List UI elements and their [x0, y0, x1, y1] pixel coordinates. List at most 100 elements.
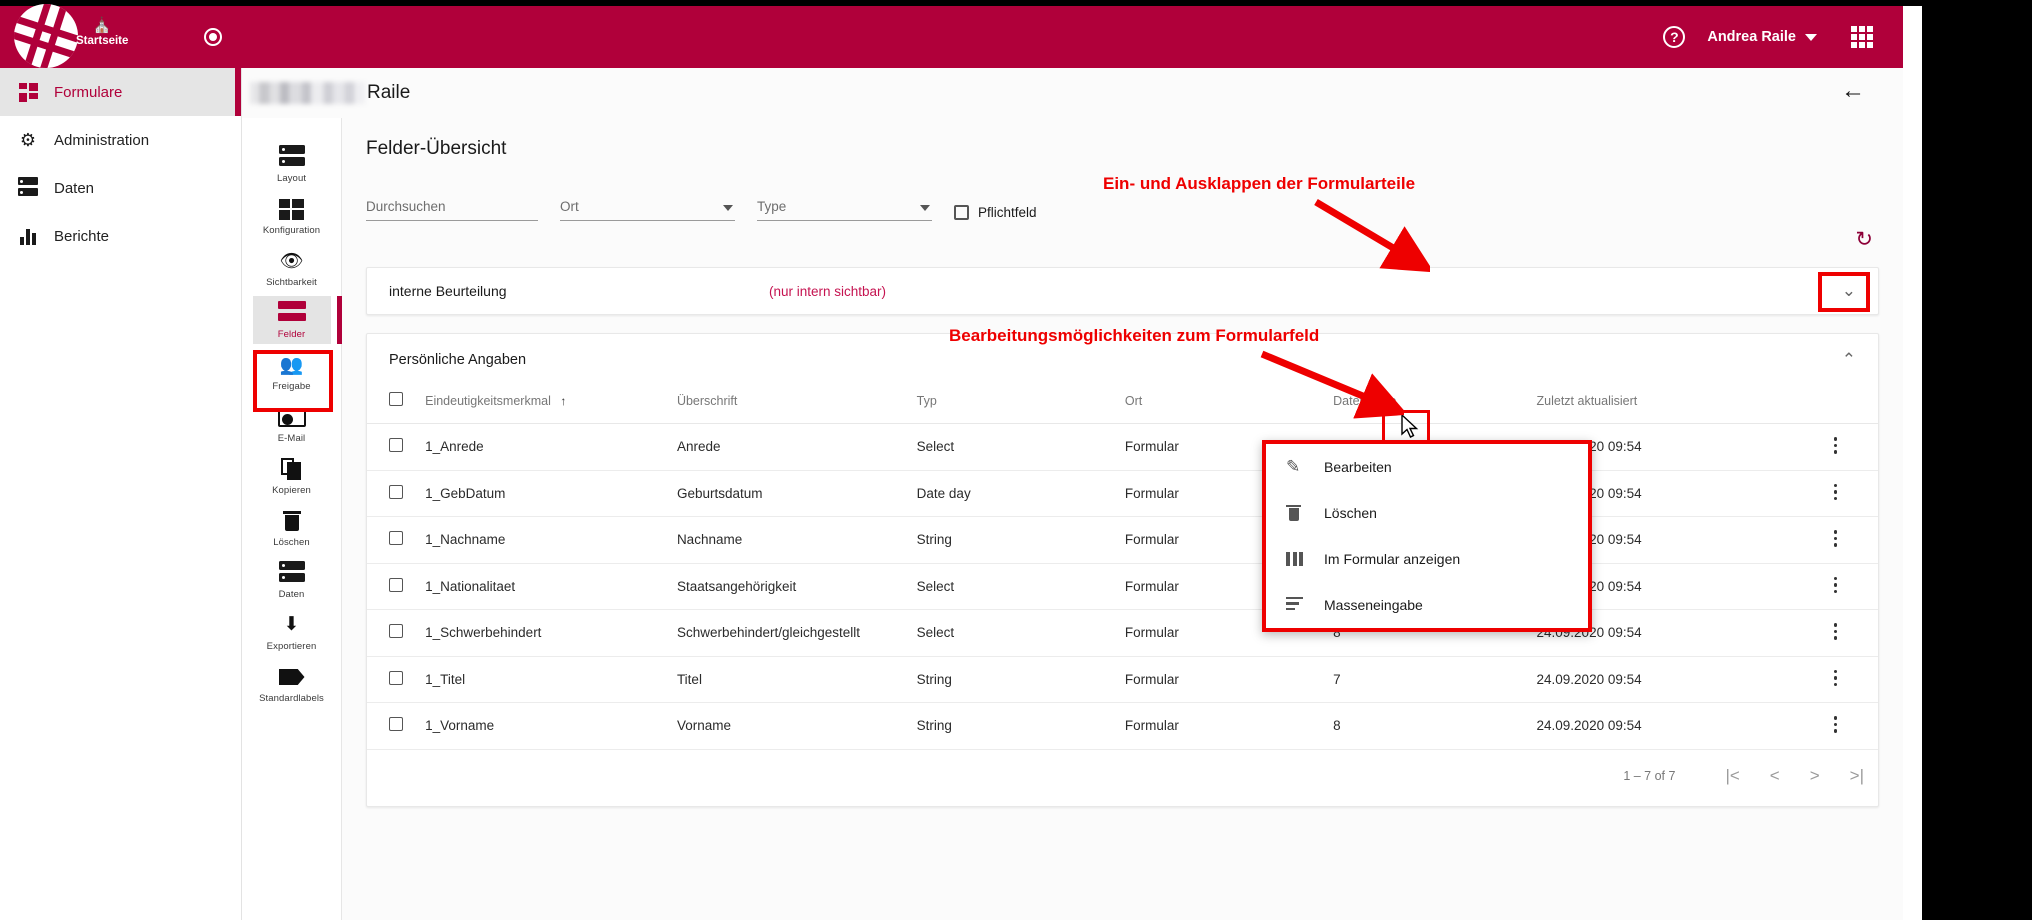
app-root: ⛪ Startseite ? Andrea Raile Formulare ⚙ … [0, 0, 2032, 920]
cell-ueberschrift: Vorname [676, 702, 917, 750]
context-menu-item-im-formular-anzeigen[interactable]: Im Formular anzeigen [1266, 536, 1588, 582]
row-checkbox[interactable] [389, 624, 403, 639]
refresh-icon[interactable]: ↻ [1855, 229, 1873, 250]
search-input[interactable] [366, 199, 538, 221]
ort-select[interactable] [560, 199, 735, 221]
sidebar-item-administration[interactable]: ⚙ Administration [0, 116, 241, 164]
rail-item-freigabe[interactable]: 👥 Freigabe [253, 348, 331, 396]
row-checkbox[interactable] [389, 531, 403, 546]
row-menu-icon[interactable] [1793, 716, 1878, 733]
context-menu-item-loeschen[interactable]: Löschen [1266, 490, 1588, 536]
data-rows-icon [278, 561, 305, 584]
cell-typ: Select [916, 423, 1125, 471]
trash-icon [282, 510, 302, 532]
row-checkbox[interactable] [389, 438, 403, 453]
rail-item-konfiguration[interactable]: Konfiguration [253, 192, 331, 240]
pagination-range: 1 – 7 of 7 [1623, 768, 1676, 783]
row-menu-icon[interactable] [1793, 437, 1878, 454]
rail-item-standardlabels[interactable]: Standardlabels [253, 660, 331, 708]
table-row[interactable]: 1_Anrede Anrede Select Formular 8 24.09.… [367, 423, 1878, 471]
rail-item-exportieren[interactable]: ⬇ Exportieren [253, 608, 331, 656]
context-menu-label-im-formular-anzeigen: Im Formular anzeigen [1324, 551, 1461, 567]
rail-item-daten[interactable]: Daten [253, 556, 331, 604]
tag-icon [278, 666, 305, 688]
row-checkbox[interactable] [389, 577, 403, 592]
col-zuletzt-aktualisiert[interactable]: Zuletzt aktualisiert [1536, 386, 1794, 424]
columns-icon [1286, 552, 1316, 566]
table-row[interactable]: 1_Nachname Nachname String Formular 8 24… [367, 516, 1878, 564]
pflichtfeld-filter[interactable]: Pflichtfeld [954, 205, 1037, 220]
formpart-persoenliche-angaben: Persönliche Angaben ⌃ Eindeutigkeitsmerk… [366, 333, 1879, 807]
form-tool-rail: Layout Konfiguration 👁 Sichtbarkeit Feld… [242, 118, 342, 920]
sidebar-item-daten[interactable]: Daten [0, 164, 241, 212]
formpart-name: interne Beurteilung [389, 283, 507, 299]
context-menu-item-masseneingabe[interactable]: Masseneingabe [1266, 582, 1588, 628]
row-menu-icon[interactable] [1793, 530, 1878, 547]
sidebar-item-formulare[interactable]: Formulare [0, 68, 241, 116]
layout-rows-icon [278, 145, 305, 168]
chevron-down-icon[interactable]: ⌄ [1842, 282, 1856, 299]
rows-icon [16, 177, 40, 199]
user-menu-label[interactable]: Andrea Raile [1707, 29, 1796, 45]
rail-item-loeschen[interactable]: Löschen [253, 504, 331, 552]
bar-chart-icon [16, 228, 40, 245]
col-datensaetze[interactable]: Datensätze [1333, 386, 1537, 424]
ort-chevron-down-icon[interactable] [723, 205, 733, 211]
col-ueberschrift[interactable]: Überschrift [676, 386, 917, 424]
row-menu-icon[interactable] [1793, 669, 1878, 686]
rail-item-felder[interactable]: Felder [252, 296, 342, 344]
row-menu-icon[interactable] [1793, 576, 1878, 593]
rail-label-email: E-Mail [277, 433, 306, 444]
sidebar-item-berichte[interactable]: Berichte [0, 212, 241, 260]
col-typ[interactable]: Typ [916, 386, 1125, 424]
rail-item-email[interactable]: E-Mail [253, 400, 331, 448]
pagination-next-button[interactable]: > [1810, 767, 1820, 784]
col-label-uid: Eindeutigkeitsmerkmal [425, 393, 551, 408]
app-logo[interactable] [14, 4, 84, 74]
arrow-left-icon[interactable]: ← [1841, 79, 1865, 103]
contact-card-icon [277, 406, 306, 428]
table-row[interactable]: 1_Vorname Vorname String Formular 8 24.0… [367, 702, 1878, 750]
record-circle-icon[interactable] [204, 28, 222, 46]
header-right-group: ? Andrea Raile [1663, 6, 1903, 68]
refresh-row: ↻ [366, 221, 1879, 267]
type-field [757, 198, 932, 221]
row-menu-icon[interactable] [1793, 483, 1878, 500]
table-row[interactable]: 1_GebDatum Geburtsdatum Date day Formula… [367, 470, 1878, 517]
pagination-last-button[interactable]: >| [1850, 767, 1864, 784]
table-row[interactable]: 1_Nationalitaet Staatsangehörigkeit Sele… [367, 563, 1878, 610]
help-icon[interactable]: ? [1663, 26, 1686, 48]
rail-item-sichtbarkeit[interactable]: 👁 Sichtbarkeit [253, 244, 331, 292]
cell-ueberschrift: Nachname [676, 516, 917, 564]
page-title-bar: Raile ← [242, 68, 1903, 118]
trash-icon [1286, 504, 1316, 522]
pflichtfeld-checkbox[interactable] [954, 205, 969, 220]
pagination-first-button[interactable]: |< [1725, 767, 1739, 784]
chevron-up-icon[interactable]: ⌃ [1842, 351, 1856, 368]
pagination-prev-button[interactable]: < [1770, 767, 1780, 784]
grid-apps-icon[interactable] [1851, 26, 1873, 48]
col-ort[interactable]: Ort [1124, 386, 1334, 424]
cell-ort: Formular [1124, 656, 1334, 703]
col-eindeutigkeitsmerkmal[interactable]: Eindeutigkeitsmerkmal ↑ [425, 386, 677, 424]
col-actions [1793, 386, 1878, 424]
rail-item-kopieren[interactable]: Kopieren [253, 452, 331, 500]
home-label: Startseite [76, 35, 129, 47]
context-menu-item-bearbeiten[interactable]: ✎ Bearbeiten [1266, 444, 1588, 490]
type-select[interactable] [757, 199, 932, 221]
table-row[interactable]: 1_Schwerbehindert Schwerbehindert/gleich… [367, 609, 1878, 657]
formpart-header[interactable]: Persönliche Angaben ⌃ [367, 334, 1878, 386]
formpart-interne-beurteilung[interactable]: interne Beurteilung (nur intern sichtbar… [366, 267, 1879, 315]
home-button[interactable]: ⛪ Startseite [76, 18, 128, 47]
row-checkbox[interactable] [389, 484, 403, 499]
type-chevron-down-icon[interactable] [920, 205, 930, 211]
row-checkbox[interactable] [389, 717, 403, 732]
select-all-checkbox[interactable] [389, 392, 403, 406]
content-area: Raile ← Layout Konfiguration 👁 Sichtbark… [242, 68, 1903, 920]
rail-item-layout[interactable]: Layout [253, 140, 331, 188]
table-row[interactable]: 1_Titel Titel String Formular 7 24.09.20… [367, 656, 1878, 703]
list-check-icon [1286, 597, 1316, 613]
chevron-down-icon[interactable] [1805, 33, 1817, 41]
row-checkbox[interactable] [389, 670, 403, 685]
row-menu-icon[interactable] [1793, 623, 1878, 640]
